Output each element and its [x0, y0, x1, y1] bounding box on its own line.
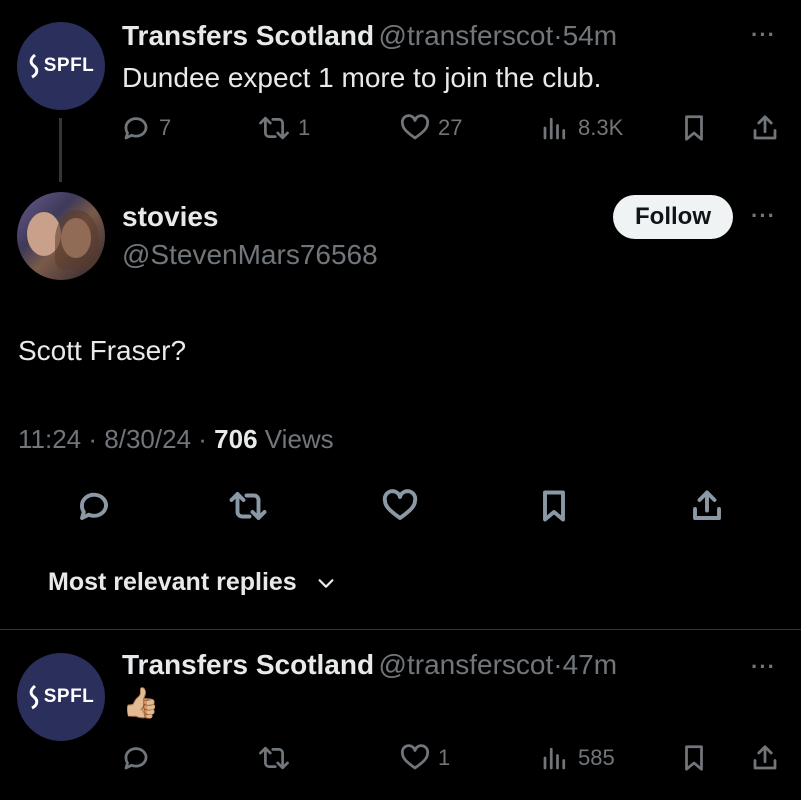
- retweet-icon: [259, 116, 289, 140]
- views-icon: [543, 747, 566, 770]
- main-more-icon[interactable]: ···: [751, 203, 776, 229]
- parent-more-icon[interactable]: ···: [751, 22, 776, 48]
- parent-header: Transfers Scotland @transferscot·54m: [122, 20, 617, 52]
- parent-bookmark-button[interactable]: [679, 113, 709, 143]
- like-icon: [400, 114, 430, 140]
- spfl-logo-icon: SPFL: [28, 53, 95, 79]
- reply-like-count: 1: [438, 745, 451, 770]
- parent-reply-button[interactable]: 7: [121, 113, 171, 143]
- bookmark-icon: [543, 490, 565, 522]
- main-tweet-meta: 11:24 · 8/30/24 · 706 Views: [18, 424, 334, 455]
- main-time[interactable]: 11:24: [18, 424, 81, 454]
- reply-bookmark-button[interactable]: [679, 743, 709, 773]
- replies-sort-label: Most relevant replies: [48, 568, 297, 596]
- reply-avatar[interactable]: SPFL: [17, 653, 105, 741]
- reply-views-button[interactable]: 585: [540, 743, 615, 773]
- parent-reply-count: 7: [159, 115, 172, 140]
- parent-like-count: 27: [438, 115, 463, 140]
- reply-reply-button[interactable]: [121, 743, 151, 773]
- parent-timestamp[interactable]: 54m: [563, 20, 617, 51]
- reply-header: Transfers Scotland @transferscot·47m: [122, 649, 617, 681]
- reply-retweet-button[interactable]: [258, 743, 290, 773]
- reply-icon: [80, 492, 108, 520]
- parent-retweet-button[interactable]: 1: [258, 113, 310, 143]
- parent-tweet-text: Dundee expect 1 more to join the club.: [122, 62, 602, 93]
- main-views-count[interactable]: 706: [214, 424, 257, 454]
- main-tweet-text: Scott Fraser?: [18, 335, 187, 366]
- reply-timestamp[interactable]: 47m: [563, 649, 617, 680]
- reply-share-button[interactable]: [750, 743, 780, 773]
- parent-share-button[interactable]: [750, 113, 780, 143]
- main-reply-button[interactable]: [76, 488, 112, 529]
- share-icon: [693, 490, 721, 520]
- parent-separator: ·: [553, 20, 563, 51]
- like-icon: [400, 744, 430, 770]
- reply-author-name[interactable]: Transfers Scotland: [122, 649, 374, 680]
- main-share-button[interactable]: [689, 488, 725, 529]
- main-like-button[interactable]: [382, 488, 418, 529]
- parent-avatar[interactable]: SPFL: [17, 22, 105, 110]
- retweet-icon: [259, 746, 289, 770]
- parent-views-count: 8.3K: [578, 115, 624, 140]
- reply-separator: ·: [553, 649, 563, 680]
- reply-icon: [124, 747, 148, 770]
- reply-more-icon[interactable]: ···: [751, 654, 776, 680]
- parent-author-name[interactable]: Transfers Scotland: [122, 20, 374, 51]
- share-icon: [753, 745, 777, 770]
- main-meta-sep2: ·: [198, 424, 207, 454]
- parent-views-button[interactable]: 8.3K: [540, 113, 623, 143]
- main-meta-sep1: ·: [88, 424, 98, 454]
- parent-retweet-count: 1: [298, 115, 311, 140]
- reply-views-count: 585: [578, 745, 615, 770]
- main-avatar[interactable]: [17, 192, 105, 280]
- reply-icon: [124, 117, 148, 140]
- divider: [0, 629, 801, 630]
- replies-sort-dropdown[interactable]: Most relevant replies: [48, 568, 337, 597]
- main-author-handle[interactable]: @StevenMars76568: [122, 239, 378, 271]
- reply-like-button[interactable]: 1: [400, 743, 450, 773]
- reply-tweet-text: 👍🏼: [122, 687, 160, 720]
- reply-author-handle[interactable]: @transferscot: [379, 649, 554, 680]
- like-icon: [382, 489, 418, 520]
- views-icon: [543, 117, 566, 140]
- avatar-hair-right: [55, 210, 99, 270]
- parent-author-handle[interactable]: @transferscot: [379, 20, 554, 51]
- main-views-label: Views: [264, 424, 334, 454]
- main-bookmark-button[interactable]: [536, 488, 572, 529]
- parent-like-button[interactable]: 27: [400, 113, 462, 143]
- main-date[interactable]: 8/30/24: [104, 424, 191, 454]
- chevron-down-icon: [318, 578, 334, 588]
- retweet-icon: [229, 492, 267, 520]
- bookmark-icon: [685, 745, 703, 771]
- share-icon: [753, 115, 777, 140]
- follow-button[interactable]: Follow: [613, 195, 733, 239]
- thread-line: [59, 118, 62, 182]
- main-author-name[interactable]: stovies: [122, 201, 219, 233]
- main-retweet-button[interactable]: [228, 488, 268, 529]
- bookmark-icon: [685, 115, 703, 141]
- spfl-logo-icon: SPFL: [28, 684, 95, 710]
